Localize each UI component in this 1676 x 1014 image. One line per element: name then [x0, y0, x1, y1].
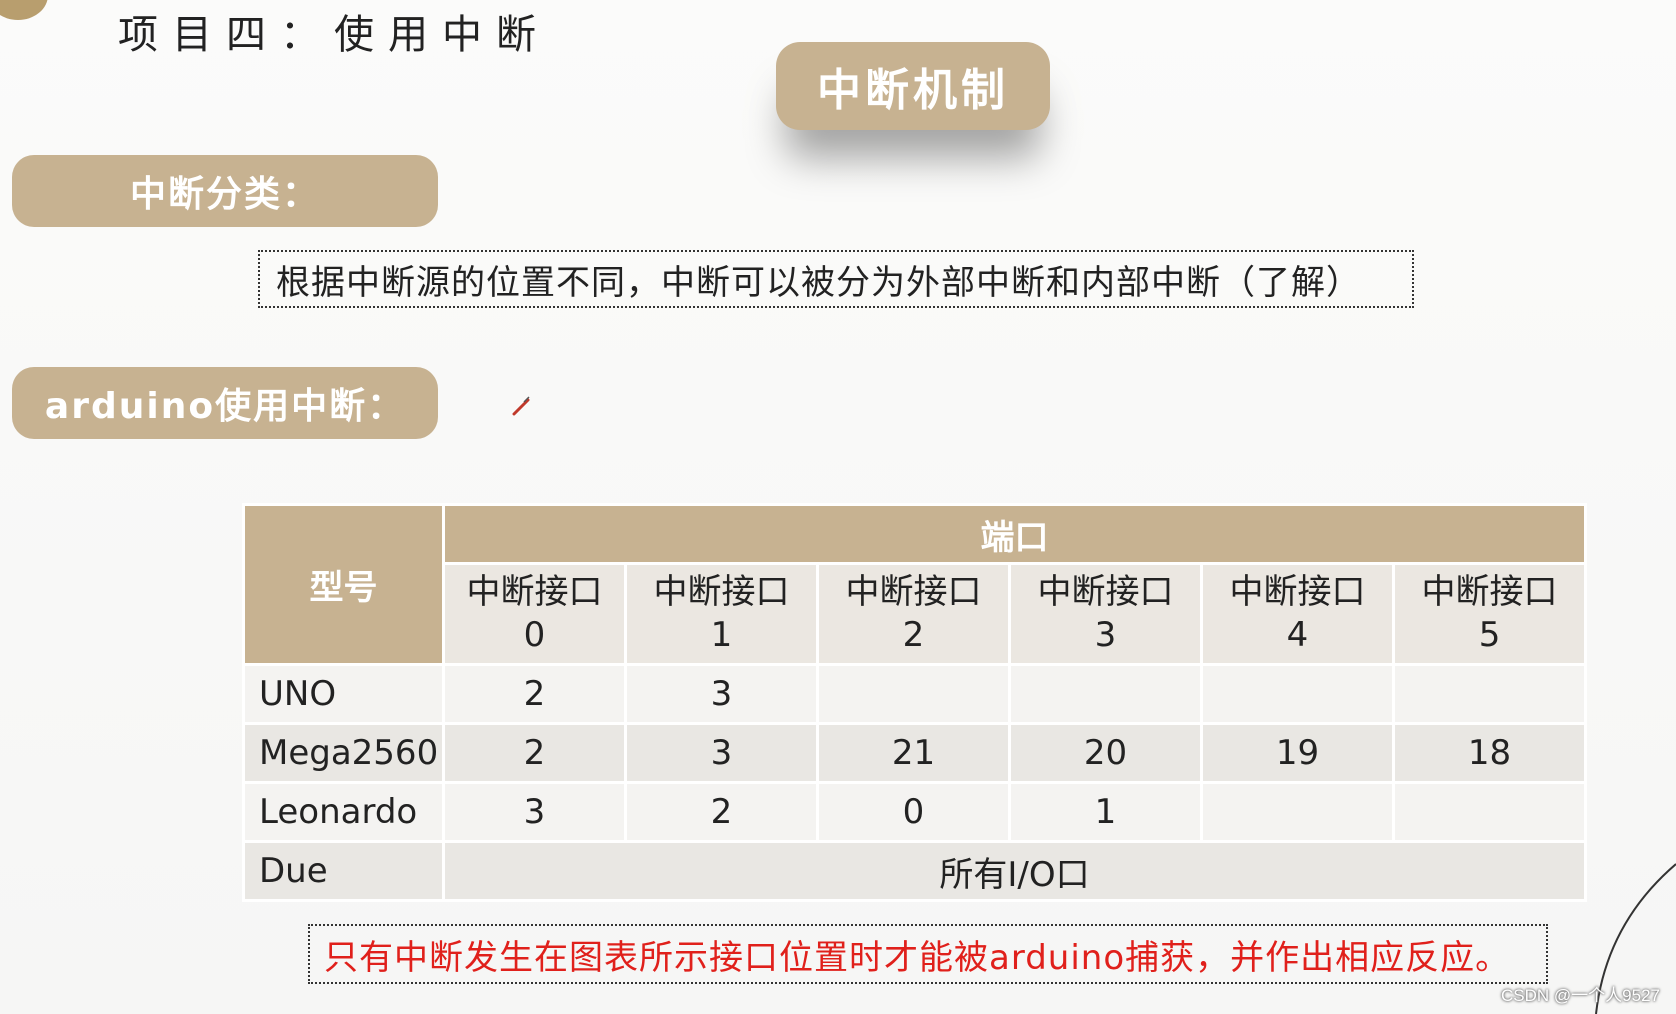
port-header-number: 0 — [523, 615, 546, 655]
port-header-5: 中断接口 5 — [1391, 562, 1588, 666]
main-title: 中断机制 — [776, 42, 1050, 130]
watermark: CSDN @一个人9527 — [1501, 986, 1660, 1005]
port-header-label: 中断接口 — [1421, 572, 1558, 612]
model-cell: Leonardo — [242, 781, 445, 843]
classification-text: 根据中断源的位置不同，中断可以被分为外部中断和内部中断（了解） — [276, 262, 1361, 303]
port-cell: 19 — [1200, 722, 1395, 784]
table-row: Leonardo 3 2 0 1 — [242, 781, 1588, 843]
port-header-number: 1 — [710, 615, 733, 655]
pen-icon — [512, 396, 530, 416]
port-cell — [1391, 781, 1588, 843]
project-title: 项目四：使用中断 — [118, 12, 550, 58]
port-header-number: 2 — [902, 615, 925, 655]
port-cell: 1 — [1008, 781, 1203, 843]
model-cell: UNO — [242, 663, 445, 725]
port-header-label: 中断接口 — [1037, 572, 1174, 612]
interrupt-port-table: 型号 端口 中断接口 0 中断接口 1 中断接口 2 中断接口 3 中断接口 4 中断接口… — [242, 503, 1588, 902]
port-cell: 0 — [816, 781, 1011, 843]
port-header-label: 中断接口 — [845, 572, 982, 612]
port-cell: 3 — [442, 781, 627, 843]
port-header-4: 中断接口 4 — [1200, 562, 1395, 666]
port-cell: 3 — [624, 663, 819, 725]
port-cell — [1200, 781, 1395, 843]
port-header-label: 中断接口 — [1229, 572, 1366, 612]
port-cell: 21 — [816, 722, 1011, 784]
port-cell — [1008, 663, 1203, 725]
port-cell: 20 — [1008, 722, 1203, 784]
port-header-0: 中断接口 0 — [442, 562, 627, 666]
table-row: Due 所有I/O口 — [242, 840, 1588, 902]
port-cell: 2 — [442, 722, 627, 784]
corner-decoration — [0, 0, 48, 20]
model-cell: Mega2560 — [242, 722, 445, 784]
port-header-label: 中断接口 — [466, 572, 603, 612]
ports-header: 端口 — [441, 503, 1588, 565]
port-header-2: 中断接口 2 — [816, 562, 1011, 666]
port-cell: 2 — [442, 663, 627, 725]
port-cell: 3 — [624, 722, 819, 784]
port-header-number: 4 — [1286, 615, 1309, 655]
all-ports-cell: 所有I/O口 — [441, 840, 1588, 902]
note-text: 只有中断发生在图表所示接口位置时才能被arduino捕获，并作出相应反应。 — [324, 937, 1511, 978]
model-header: 型号 — [242, 503, 445, 666]
port-header-number: 3 — [1094, 615, 1117, 655]
classification-label: 中断分类： — [12, 155, 438, 227]
slide: 项目四：使用中断 中断机制 中断分类： 根据中断源的位置不同，中断可以被分为外部… — [0, 0, 1676, 1014]
model-cell: Due — [242, 840, 445, 902]
port-header-label: 中断接口 — [653, 572, 790, 612]
note-box: 只有中断发生在图表所示接口位置时才能被arduino捕获，并作出相应反应。 — [308, 924, 1548, 984]
port-header-3: 中断接口 3 — [1008, 562, 1203, 666]
port-cell — [816, 663, 1011, 725]
port-cell: 18 — [1391, 722, 1588, 784]
port-cell — [1200, 663, 1395, 725]
port-cell — [1391, 663, 1588, 725]
port-header-1: 中断接口 1 — [624, 562, 819, 666]
arduino-label: arduino使用中断： — [12, 367, 438, 439]
table-row: Mega2560 2 3 21 20 19 18 — [242, 722, 1588, 784]
port-cell: 2 — [624, 781, 819, 843]
table-row: UNO 2 3 — [242, 663, 1588, 725]
classification-text-box: 根据中断源的位置不同，中断可以被分为外部中断和内部中断（了解） — [258, 250, 1414, 308]
port-header-number: 5 — [1478, 615, 1501, 655]
